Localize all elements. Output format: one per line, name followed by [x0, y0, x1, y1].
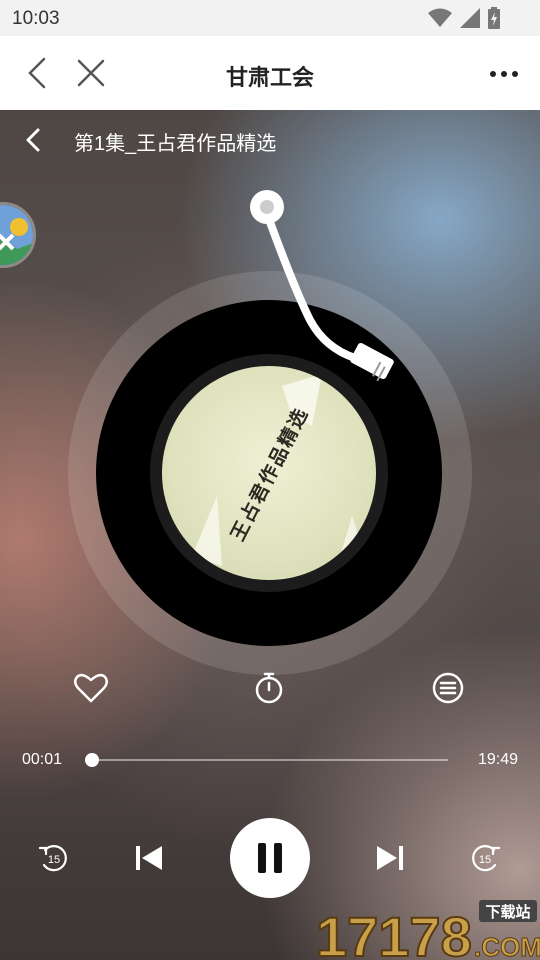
episode-title: 第1集_王占君作品精选: [74, 133, 277, 155]
floating-thumbnail[interactable]: [0, 202, 36, 268]
progress-bar[interactable]: [85, 753, 448, 767]
pause-icon: [258, 843, 282, 873]
timer-icon[interactable]: [251, 670, 287, 706]
next-icon[interactable]: [372, 840, 408, 876]
site-watermark: 17178 下载站 .COM: [316, 900, 540, 960]
total-time: 19:49: [477, 751, 518, 768]
wifi-icon: [428, 8, 452, 27]
previous-icon[interactable]: [131, 840, 167, 876]
battery-icon: [488, 7, 500, 29]
rewind-seconds: 15: [48, 854, 60, 866]
watermark-tag: 下载站: [485, 903, 530, 921]
page-title: 甘肃工会: [225, 65, 314, 90]
app-header: 甘肃工会: [0, 36, 540, 110]
forward-15-icon[interactable]: 15: [467, 840, 503, 876]
heart-icon[interactable]: [73, 670, 109, 706]
audio-player: 第1集_王占君作品精选 王占君作品精选 00:01 19:49 15 15 17…: [0, 110, 540, 960]
status-bar: 10:03: [0, 0, 540, 36]
pause-button[interactable]: [230, 818, 310, 898]
status-icons: [428, 7, 500, 29]
playlist-icon[interactable]: [430, 670, 466, 706]
watermark-suffix: .COM: [474, 932, 540, 960]
forward-seconds: 15: [479, 854, 491, 866]
image-placeholder-icon: [0, 205, 33, 265]
progress-thumb[interactable]: [85, 753, 100, 767]
player-back-icon[interactable]: [20, 126, 46, 154]
status-time: 10:03: [12, 8, 60, 29]
watermark-number: 17178: [316, 905, 472, 960]
more-dots-icon[interactable]: [488, 58, 520, 90]
cover-title: 王占君作品精选: [227, 403, 314, 545]
signal-icon: [460, 8, 480, 28]
current-time: 00:01: [22, 751, 63, 768]
tonearm: [250, 190, 394, 382]
rewind-15-icon[interactable]: 15: [36, 840, 72, 876]
